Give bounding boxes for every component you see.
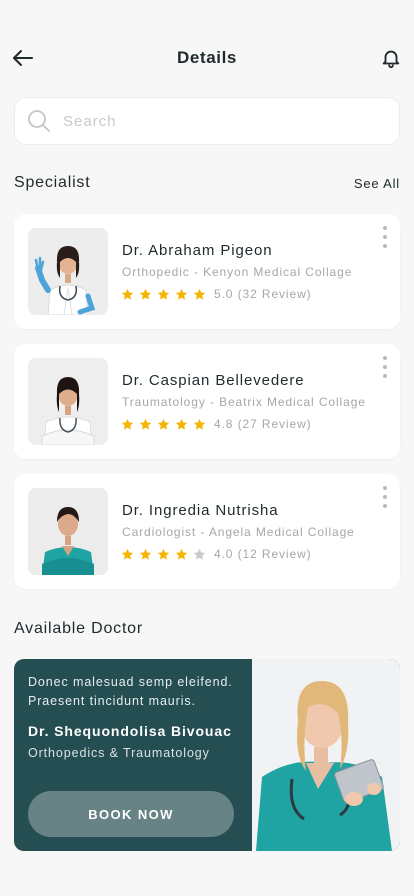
star-icon [121,288,134,300]
star-icon [193,288,206,300]
available-doctor-banner[interactable]: Donec malesuad semp eleifend. Praesent t… [14,659,400,851]
specialist-section-title: Specialist [14,174,91,191]
star-icon [157,548,170,560]
banner-doctor-photo [252,659,400,851]
doctor-card[interactable]: Dr. Abraham Pigeon Orthopedic - Kenyon M… [14,214,400,329]
see-all-link[interactable]: See All [354,176,400,191]
doctor-name: Dr. Abraham Pigeon [122,242,273,259]
more-options-button[interactable] [380,356,390,378]
available-section-title: Available Doctor [14,620,144,637]
page-title: Details [177,48,237,67]
rating-text: 4.0 (12 Review) [214,547,312,561]
search-bar[interactable] [14,97,400,145]
doctor-name: Dr. Caspian Bellevedere [122,372,305,389]
star-rating: 5.0 (32 Review) [121,287,312,301]
star-icon [193,548,206,560]
star-icon [121,548,134,560]
banner-tagline: Donec malesuad semp eleifend. Praesent t… [28,675,233,708]
star-icon [175,418,188,430]
rating-text: 4.8 (27 Review) [214,417,312,431]
bell-icon [382,50,400,69]
available-section-header: Available Doctor [14,620,400,638]
more-vertical-icon [383,486,387,490]
doctor-photo [28,488,108,575]
star-icon [139,418,152,430]
doctor-specialty: Traumatology - Beatrix Medical Collage [122,395,366,409]
more-options-button[interactable] [380,486,390,508]
banner-doctor-name: Dr. Shequondolisa Bivouac [28,723,232,739]
star-icon [157,288,170,300]
star-icon [175,288,188,300]
doctor-name: Dr. Ingredia Nutrisha [122,502,279,519]
star-icon [193,418,206,430]
doctor-card[interactable]: Dr. Caspian Bellevedere Traumatology - B… [14,344,400,459]
star-rating: 4.8 (27 Review) [121,417,312,431]
rating-text: 5.0 (32 Review) [214,287,312,301]
banner-doctor-specialty: Orthopedics & Traumatology [28,746,210,760]
more-vertical-icon [383,226,387,230]
star-icon [139,548,152,560]
doctor-photo [28,228,108,315]
top-bar: Details [0,40,414,76]
star-icon [139,288,152,300]
doctor-photo [28,358,108,445]
star-icon [175,548,188,560]
search-input[interactable] [63,112,363,130]
doctor-card[interactable]: Dr. Ingredia Nutrisha Cardiologist - Ang… [14,474,400,589]
book-now-button[interactable]: BOOK NOW [28,791,234,837]
star-icon [121,418,134,430]
more-options-button[interactable] [380,226,390,248]
doctor-specialty: Cardiologist - Angela Medical Collage [122,525,355,539]
notifications-button[interactable] [378,45,404,71]
search-icon [28,110,50,132]
more-vertical-icon [383,356,387,360]
doctor-specialty: Orthopedic - Kenyon Medical Collage [122,265,353,279]
star-rating: 4.0 (12 Review) [121,547,312,561]
specialist-section-header: Specialist See All [14,174,400,192]
star-icon [157,418,170,430]
